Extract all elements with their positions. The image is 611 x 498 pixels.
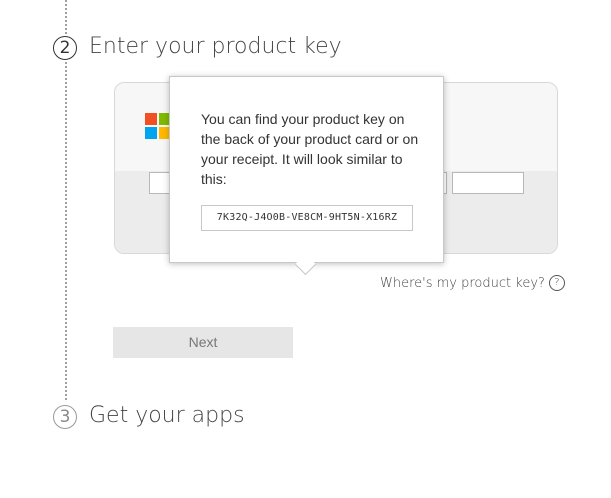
help-link-label: Where's my product key? xyxy=(380,275,545,291)
product-key-tooltip: You can find your product key on the bac… xyxy=(169,76,444,276)
step-2-number: 2 xyxy=(53,36,77,60)
tooltip-arrow xyxy=(294,253,317,276)
wheres-my-product-key-link[interactable]: Where's my product key? ? xyxy=(380,275,565,291)
tooltip-text: You can find your product key on the bac… xyxy=(201,111,419,187)
next-button[interactable]: Next xyxy=(113,327,293,358)
step-3-number: 3 xyxy=(53,405,77,429)
microsoft-logo-icon xyxy=(145,113,171,139)
step-3-title: Get your apps xyxy=(89,403,245,428)
sample-product-key: 7K32Q-J4O0B-VE8CM-9HT5N-X16RZ xyxy=(201,205,413,231)
step-2-title: Enter your product key xyxy=(89,34,342,59)
step-connector-line xyxy=(65,0,67,34)
page: 2 Enter your product key You can find yo… xyxy=(0,0,611,498)
product-key-input-5[interactable] xyxy=(452,172,524,194)
question-circle-icon[interactable]: ? xyxy=(548,275,565,291)
step-connector-line xyxy=(65,62,67,400)
